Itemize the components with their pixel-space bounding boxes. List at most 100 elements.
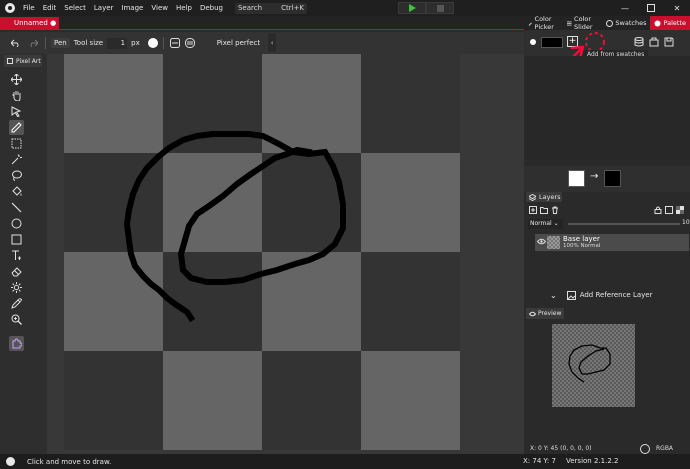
sun-icon [11, 282, 22, 293]
tab-palette-label: Palette [663, 19, 686, 27]
tool-size-label: Tool size [73, 39, 104, 47]
layer-toggles [653, 206, 684, 215]
minimize-button[interactable]: — [612, 0, 638, 16]
tool-fill[interactable] [9, 184, 24, 199]
redo-icon [30, 39, 38, 47]
stop-button[interactable] [426, 2, 454, 14]
menu-file[interactable]: File [19, 0, 39, 16]
close-button[interactable]: ✕ [664, 0, 690, 16]
search-box[interactable]: Search Ctrl+K [234, 2, 307, 14]
tool-lasso[interactable] [9, 168, 24, 183]
tool-options-bar: Pen Tool size 1 px Pixel perfect ‹ [0, 32, 524, 54]
tool-rectangle[interactable] [9, 232, 24, 247]
tool-pan[interactable] [9, 88, 24, 103]
tool-brightness[interactable] [9, 280, 24, 295]
blend-mode-select[interactable]: Normal ⌄ [528, 219, 563, 229]
swatch-actions [634, 37, 674, 47]
menu-layer[interactable]: Layer [90, 0, 118, 16]
tool-eraser[interactable] [9, 264, 24, 279]
layer-info: 100% Normal [563, 243, 601, 249]
ellipse-icon [11, 218, 22, 229]
lock-layer-button[interactable] [653, 206, 662, 215]
brush-rect-button[interactable] [169, 37, 181, 49]
rectangle-select-icon [11, 138, 22, 149]
open-palette-icon[interactable] [649, 37, 659, 47]
layer-thumbnail [547, 236, 560, 249]
chevron-left-icon: ‹ [270, 39, 274, 47]
tool-magic-wand[interactable] [9, 152, 24, 167]
status-hint: Click and move to draw. [27, 457, 112, 466]
tab-palette[interactable]: Palette [650, 16, 690, 30]
tab-color-picker[interactable]: Color Picker [524, 15, 563, 31]
swap-arrow-icon[interactable]: → [590, 171, 598, 182]
undo-icon [10, 39, 18, 47]
redo-button[interactable] [26, 36, 40, 50]
rectangle-icon [11, 234, 22, 245]
tab-color-slider[interactable]: Color Slider [563, 15, 602, 31]
pointer-icon [11, 106, 22, 117]
pixel-art-header[interactable]: Pixel Art [4, 55, 42, 67]
menu-image[interactable]: Image [117, 0, 147, 16]
search-shortcut: Ctrl+K [281, 4, 304, 12]
tool-select-pointer[interactable] [9, 104, 24, 119]
pixel-perfect-toggle[interactable]: Pixel perfect [217, 39, 260, 47]
add-layer-button[interactable] [528, 206, 537, 215]
database-icon[interactable] [634, 37, 644, 47]
menu-help[interactable]: Help [172, 0, 196, 16]
maximize-button[interactable] [638, 0, 664, 16]
menu-select[interactable]: Select [60, 0, 90, 16]
lock-icon [654, 206, 661, 214]
preview-drawing [568, 344, 611, 383]
tool-extension[interactable] [9, 336, 24, 351]
preview-icon [529, 311, 536, 316]
cursor-position: X: 74 Y: 7 [523, 457, 556, 465]
layer-row-base[interactable]: Base layer 100% Normal [535, 234, 689, 251]
opacity-slider[interactable] [568, 223, 680, 225]
tool-text[interactable] [9, 248, 24, 263]
tab-layers[interactable]: Layers [526, 192, 562, 202]
tab-unnamed[interactable]: Unnamed ● [0, 17, 59, 29]
brush-shape-circle-button[interactable] [147, 38, 158, 48]
menu-debug[interactable]: Debug [196, 0, 227, 16]
delete-layer-button[interactable] [550, 206, 559, 215]
layer-mask-button[interactable] [675, 206, 684, 215]
canvas-viewport[interactable] [47, 54, 524, 454]
tool-ellipse[interactable] [9, 216, 24, 231]
tool-rect-select[interactable] [9, 136, 24, 151]
collapse-options-button[interactable]: ‹ [268, 34, 277, 52]
menu-edit[interactable]: Edit [39, 0, 61, 16]
layers-panel: Layers Normal ⌄ 10 Base layer 100% Norma… [524, 192, 690, 284]
tool-size-input[interactable]: 1 [107, 37, 128, 49]
add-group-button[interactable] [539, 206, 548, 215]
tool-line[interactable] [9, 200, 24, 215]
tab-preview[interactable]: Preview [526, 308, 564, 319]
save-palette-icon[interactable] [664, 37, 674, 47]
window-controls: — ✕ [612, 0, 690, 16]
square-icon [664, 206, 673, 214]
tab-swatches[interactable]: Swatches [602, 16, 650, 30]
layer-option-button[interactable] [664, 206, 673, 215]
text-icon [12, 250, 21, 260]
opacity-value[interactable]: 100 [682, 219, 690, 226]
eye-icon[interactable] [537, 238, 546, 245]
tab-color-slider-label: Color Slider [574, 15, 593, 31]
tool-zoom[interactable] [9, 312, 24, 327]
add-reference-label: Add Reference Layer [579, 291, 653, 299]
brush-mirror-button[interactable] [184, 37, 196, 49]
secondary-color[interactable] [604, 170, 621, 187]
color-mode-toggle[interactable] [640, 444, 650, 454]
play-button[interactable] [398, 2, 426, 14]
menu-view[interactable]: View [147, 0, 172, 16]
tool-pen[interactable] [9, 120, 24, 135]
image-icon [566, 290, 576, 300]
document-tabs: Unnamed ● [0, 16, 524, 30]
pen-drawing [123, 131, 346, 323]
separator [162, 37, 164, 49]
primary-color[interactable] [568, 170, 585, 187]
add-reference-layer-button[interactable]: ⌄ Add Reference Layer [524, 288, 690, 302]
tool-move[interactable] [9, 72, 24, 87]
color-picker-icon [528, 22, 532, 26]
tool-eyedropper[interactable] [9, 296, 24, 311]
swatches-area[interactable] [524, 56, 690, 160]
undo-button[interactable] [8, 36, 22, 50]
